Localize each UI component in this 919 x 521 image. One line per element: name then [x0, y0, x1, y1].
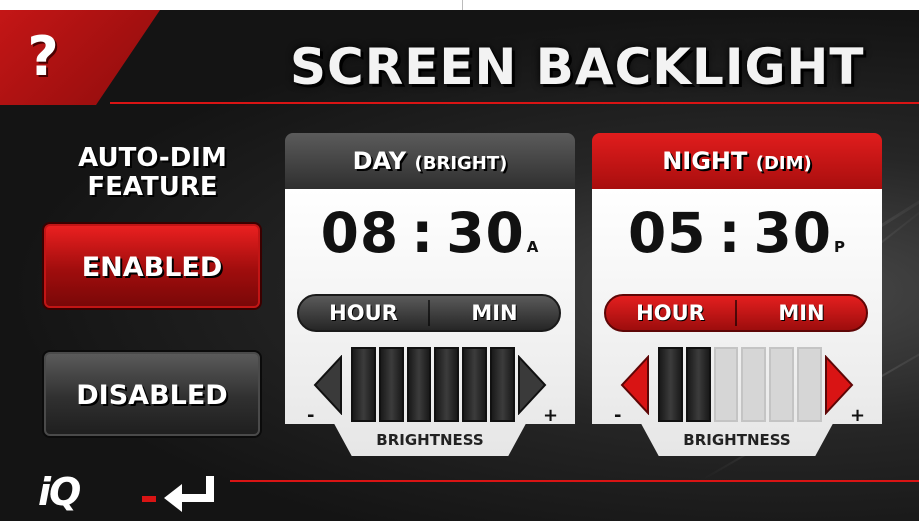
disabled-button[interactable]: DISABLED [44, 352, 260, 436]
enabled-button[interactable]: ENABLED [44, 224, 260, 308]
day-plus-sign: + [543, 405, 559, 426]
day-panel: DAY (BRIGHT) 08:30 A HOUR MIN - + BRIGHTN… [285, 133, 575, 456]
night-subtitle: (DIM) [755, 153, 812, 174]
night-hour-value[interactable]: 05 [628, 201, 707, 265]
night-minute-value[interactable]: 30 [754, 201, 833, 265]
day-subtitle: (BRIGHT) [414, 153, 508, 174]
auto-dim-heading-line1: AUTO-DIM [78, 143, 227, 173]
help-button[interactable]: ? [18, 26, 68, 88]
day-brightness-bar [351, 347, 376, 422]
day-brightness-bar [462, 347, 488, 422]
day-time-separator: : [411, 201, 435, 265]
night-panel: NIGHT (DIM) 05:30 P HOUR MIN - + BRIGHTNE… [592, 133, 882, 456]
night-time-display: 05:30 P [592, 201, 882, 279]
night-brightness-bar [769, 347, 795, 422]
day-brightness-label: BRIGHTNESS [376, 431, 484, 449]
night-time-separator: : [718, 201, 742, 265]
night-min-button[interactable]: MIN [737, 301, 866, 325]
footer-line [230, 480, 919, 482]
top-caption-strip [0, 0, 919, 10]
night-panel-header: NIGHT (DIM) [592, 133, 882, 189]
day-brightness-decrease-arrow-icon[interactable] [313, 355, 343, 415]
day-minute-value[interactable]: 30 [446, 201, 525, 265]
day-brightness-bar [434, 347, 460, 422]
day-brightness-bar [490, 347, 515, 422]
page-title: SCREEN BACKLIGHT [290, 38, 865, 96]
day-hour-button[interactable]: HOUR [299, 301, 428, 325]
day-brightness-bar [378, 347, 404, 422]
night-brightness-bar [797, 347, 822, 422]
night-brightness-bar [658, 347, 683, 422]
night-minus-sign: - [614, 405, 622, 426]
night-hour-min-toggle: HOUR MIN [604, 294, 868, 332]
auto-dim-heading-line2: FEATURE [87, 172, 218, 202]
day-title: DAY [352, 147, 407, 175]
day-brightness-bar [406, 347, 432, 422]
night-brightness-decrease-arrow-icon[interactable] [620, 355, 650, 415]
night-brightness-meter [658, 347, 822, 422]
return-arrow-icon[interactable] [140, 472, 230, 512]
night-hour-button[interactable]: HOUR [606, 301, 735, 325]
day-brightness-meter [351, 347, 515, 422]
night-plus-sign: + [850, 405, 866, 426]
day-panel-header: DAY (BRIGHT) [285, 133, 575, 189]
night-title: NIGHT [662, 147, 748, 175]
day-hour-min-toggle: HOUR MIN [297, 294, 561, 332]
caption-divider [462, 0, 463, 10]
day-ampm: A [526, 238, 540, 256]
day-min-button[interactable]: MIN [430, 301, 559, 325]
iq-logo: iQ [38, 470, 81, 514]
night-brightness-bar [685, 347, 711, 422]
auto-dim-heading: AUTO-DIM FEATURE [40, 144, 265, 202]
night-brightness-label: BRIGHTNESS [683, 431, 791, 449]
night-brightness-bar [713, 347, 739, 422]
title-underline [110, 102, 919, 104]
day-time-display: 08:30 A [285, 201, 575, 279]
night-ampm: P [834, 238, 847, 256]
night-brightness-bar [741, 347, 767, 422]
screen-backlight-screen: ? SCREEN BACKLIGHT AUTO-DIM FEATURE ENAB… [0, 10, 919, 521]
day-hour-value[interactable]: 08 [321, 201, 400, 265]
day-minus-sign: - [307, 405, 315, 426]
